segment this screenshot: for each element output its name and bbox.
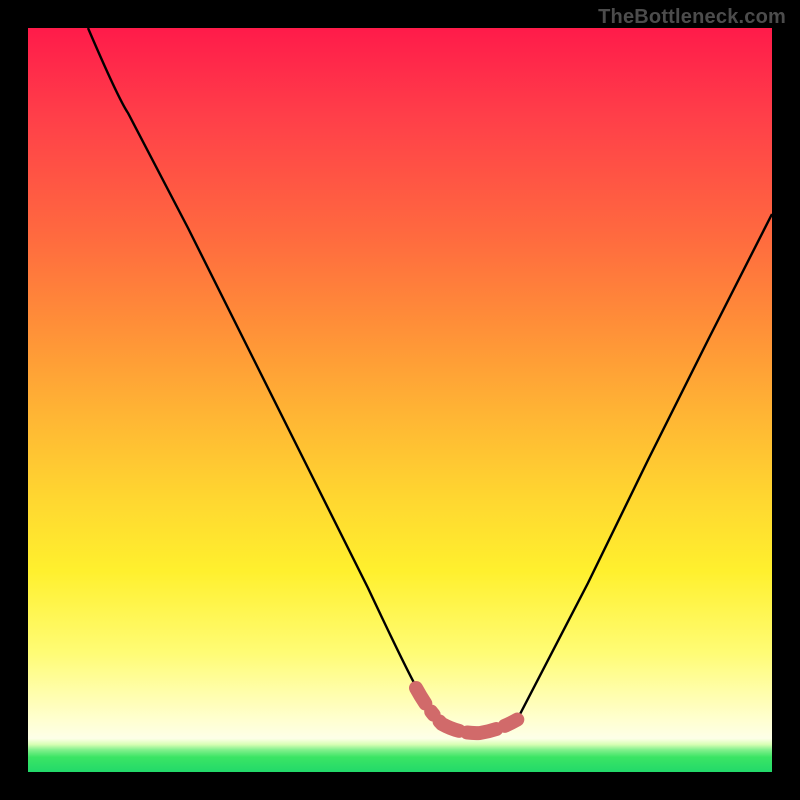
curve-overlay <box>28 28 772 772</box>
plot-area <box>28 28 772 772</box>
bottleneck-curve <box>88 28 772 733</box>
chart-frame: TheBottleneck.com <box>0 0 800 800</box>
watermark-text: TheBottleneck.com <box>598 6 786 29</box>
trough-highlight <box>416 688 520 733</box>
